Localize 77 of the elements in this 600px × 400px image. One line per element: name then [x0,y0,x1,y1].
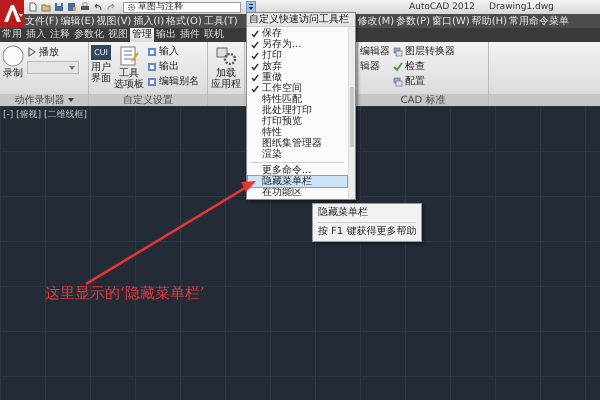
ribbon-small-button[interactable]: 图层转换器 [393,45,455,58]
menu-bar-item[interactable]: 帮助(H) [470,14,508,28]
save-icon[interactable] [54,2,64,12]
ribbon-tab[interactable]: 管理 [130,28,154,42]
customize-dropdown-button[interactable] [246,1,256,13]
ribbon-tab[interactable]: 常用 [0,28,24,42]
caret-icon [69,66,75,70]
menu-item[interactable]: 渲染 [248,149,347,160]
open-folder-icon[interactable] [41,2,51,12]
ribbon-small-button[interactable]: 检查 [393,60,455,73]
menu-bar-item[interactable]: 插入(I) [132,14,166,28]
save-as-icon[interactable] [67,2,77,12]
checkmark-icon [393,62,403,72]
menu-item[interactable]: 打印 [248,50,347,61]
menu-item[interactable]: 另存为... [248,39,347,50]
menu-bar-item[interactable]: 窗口(W) [431,14,471,28]
record-button[interactable]: 录制 [2,45,24,94]
menu-item[interactable]: 打印预览 [248,116,347,127]
menu-item[interactable]: 特性 [248,127,347,138]
menu-item[interactable]: 重做 [248,72,347,83]
ribbon-small-button[interactable]: 输入 [147,45,199,58]
play-icon [27,47,37,57]
ribbon-tab[interactable]: 参数化 [72,28,106,42]
ribbon-small-button[interactable]: 编辑别名 [147,75,199,88]
ribbon-tab[interactable]: 插入 [24,28,48,42]
gear-icon [127,2,136,12]
ribbon-small-button[interactable]: 输出 [147,60,199,73]
ribbon-small-button[interactable]: 辑器 [360,60,390,73]
menu-bar-item[interactable]: 格式(O) [165,14,203,28]
panel-title[interactable]: CAD 标准 [358,94,488,106]
app-title: AutoCAD 2012 [409,2,476,12]
annotation-text: 这里显示的‘隐藏菜单栏’ [45,284,205,303]
ribbon-small-button[interactable]: 编辑器 [360,45,390,58]
new-file-icon[interactable] [28,2,38,12]
print-icon[interactable] [80,2,90,12]
panel-title[interactable]: 自定义设置 [89,94,207,106]
menu-bar-item[interactable]: 视图(V) [96,14,132,28]
layers-icon [393,46,403,56]
undo-icon[interactable] [93,2,103,12]
caret-icon [68,98,74,102]
menu-bar-item[interactable]: 修改(M) [356,14,396,28]
ribbon-tab[interactable]: 输出 [154,28,178,42]
load-application-button[interactable]: 加载 应用程 [211,45,241,94]
ribbon-tab[interactable]: 插件 [178,28,202,42]
menu-title: 自定义快速访问工具栏 [247,13,355,27]
menu-item[interactable]: 工作空间 [248,83,347,94]
palette-icon [118,45,140,67]
layers-icon [393,76,403,86]
ribbon-tab[interactable]: 视图 [106,28,130,42]
menu-item[interactable]: 隐藏菜单栏 [248,176,347,187]
menu-item[interactable]: 更多命令... [248,165,347,176]
menu-item[interactable]: 图纸集管理器 [248,138,347,149]
menu-item[interactable]: 批处理打印 [248,105,347,116]
menu-bar-item[interactable]: 文件(F) [24,14,60,28]
tooltip-title: 隐藏菜单栏 [318,206,416,223]
tool-palettes-button[interactable]: 工具 选项板 [114,45,144,94]
scrollbar[interactable] [348,27,355,199]
file-name: Drawing1.dwg [489,2,554,12]
viewport-label[interactable]: [-] [俯视] [二维线框] [0,106,90,123]
app-logo-icon[interactable] [0,0,24,28]
menu-item[interactable]: 特性匹配 [248,94,347,105]
ribbon-small-button[interactable]: 配置 [393,75,455,88]
menu-item[interactable]: 放弃 [248,61,347,72]
user-interface-button[interactable]: CUI 用户 界面 [91,45,111,94]
menu-item[interactable]: 保存 [248,28,347,39]
gears-icon [215,45,237,67]
menu-bar-item[interactable]: 参数(P) [395,14,431,28]
circle-icon [2,45,24,67]
menu-bar-item[interactable]: 工具(T) [202,14,239,28]
play-button[interactable]: 播放 [27,45,79,59]
tooltip-hint: 按 F1 键获得更多帮助 [318,224,416,239]
workspace-dropdown[interactable]: 草图与注释 [123,2,241,12]
menu-bar-item[interactable]: 常用命令菜单 [508,14,570,28]
menu-bar-item[interactable]: 编辑(E) [60,14,96,28]
ribbon-tab[interactable]: 注释 [48,28,72,42]
ribbon-tab[interactable]: 联机 [202,28,226,42]
panel-title[interactable]: 动作录制器 [0,94,88,106]
